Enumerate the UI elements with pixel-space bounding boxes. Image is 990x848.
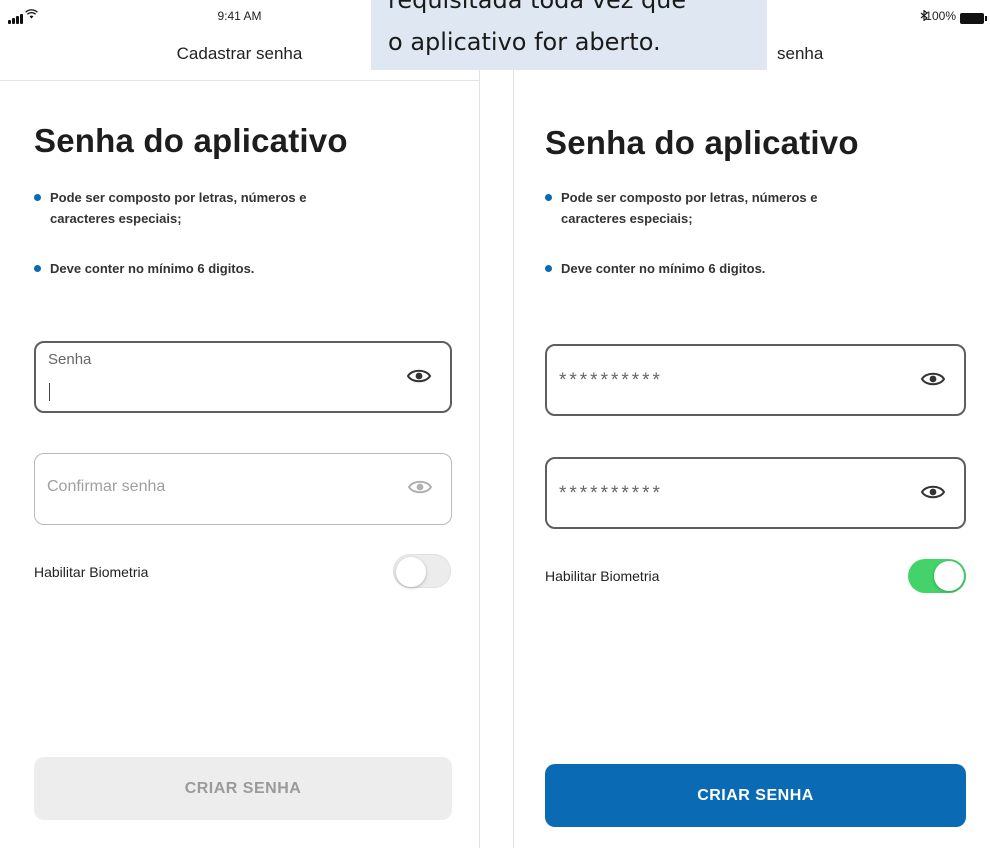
biometry-label: Habilitar Biometria <box>545 568 660 584</box>
rule-item: Deve conter no mínimo 6 digitos. <box>545 258 765 279</box>
rule-item: Pode ser composto por letras, números e … <box>34 187 334 229</box>
biometry-label: Habilitar Biometria <box>34 564 149 580</box>
confirm-password-field[interactable]: Confirmar senha <box>34 453 452 525</box>
rule-item: Deve conter no mínimo 6 digitos. <box>34 258 254 279</box>
create-password-button[interactable]: CRIAR SENHA <box>545 764 966 827</box>
rule-text: Pode ser composto por letras, números e … <box>561 190 818 226</box>
toggle-knob <box>396 557 426 587</box>
confirm-password-field-value: ********** <box>559 483 663 504</box>
eye-icon[interactable] <box>407 478 433 496</box>
page-title: Senha do aplicativo <box>34 122 348 159</box>
bullet-icon <box>34 265 41 272</box>
bullet-icon <box>545 194 552 201</box>
bullet-icon <box>34 194 41 201</box>
create-password-button[interactable]: CRIAR SENHA <box>34 757 452 820</box>
password-field-label: Senha <box>48 351 92 368</box>
confirm-password-field[interactable]: ********** <box>545 457 966 529</box>
text-caret <box>49 383 50 401</box>
right-screen: 100% Senha do aplicativo Pode ser compos… <box>513 0 990 848</box>
battery-percent: 100% <box>925 9 956 23</box>
nav-title: senha <box>777 44 824 63</box>
eye-icon[interactable] <box>920 483 946 501</box>
tooltip: requisitada toda vez que o aplicativo fo… <box>371 0 767 70</box>
tooltip-line: o aplicativo for aberto. <box>388 28 661 56</box>
rule-text: Deve conter no mínimo 6 digitos. <box>561 261 766 276</box>
toggle-knob <box>934 561 964 591</box>
biometry-toggle[interactable] <box>908 559 966 593</box>
rule-item: Pode ser composto por letras, números e … <box>545 187 845 229</box>
eye-icon[interactable] <box>920 370 946 388</box>
biometry-toggle[interactable] <box>393 554 451 588</box>
page-title: Senha do aplicativo <box>545 124 859 161</box>
eye-icon[interactable] <box>406 367 432 385</box>
battery-icon <box>960 13 987 24</box>
rule-text: Pode ser composto por letras, números e … <box>50 190 307 226</box>
left-screen: 9:41 AM Cadastrar senha Senha do aplicat… <box>0 0 480 848</box>
password-field-value: ********** <box>559 370 663 391</box>
confirm-password-placeholder: Confirmar senha <box>47 478 166 495</box>
tooltip-line: requisitada toda vez que <box>388 0 687 14</box>
rule-text: Deve conter no mínimo 6 digitos. <box>50 261 255 276</box>
nav-divider <box>0 80 479 81</box>
password-field[interactable]: Senha <box>34 341 452 413</box>
password-field[interactable]: ********** <box>545 344 966 416</box>
bullet-icon <box>545 265 552 272</box>
